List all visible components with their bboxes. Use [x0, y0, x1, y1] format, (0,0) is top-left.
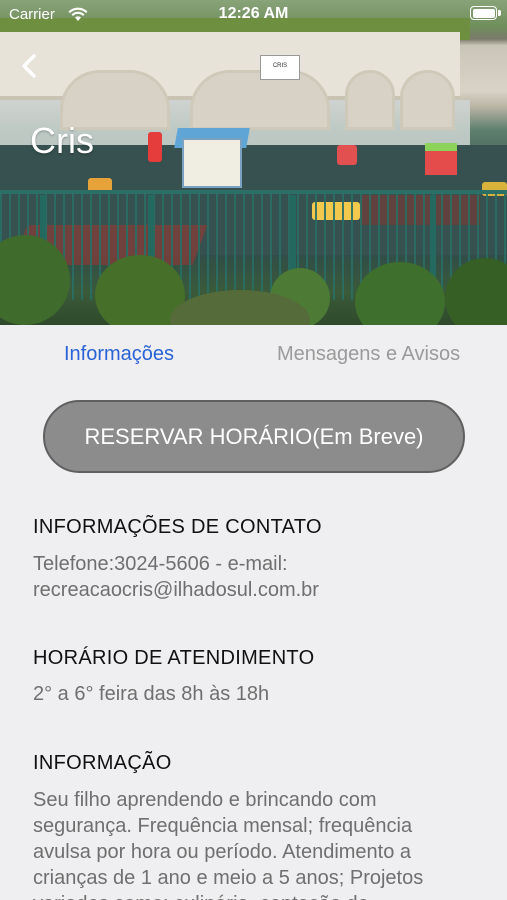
tab-mensagens-avisos[interactable]: Mensagens e Avisos: [277, 343, 460, 366]
hours-text: 2° a 6° feira das 8h às 18h: [33, 683, 270, 705]
reserve-time-button[interactable]: RESERVAR HORÁRIO(Em Breve): [43, 400, 465, 473]
chevron-left-icon: [22, 54, 36, 78]
info-text-line: Seu filho aprendendo e brincando com: [33, 789, 377, 811]
contact-section-title: INFORMAÇÕES DE CONTATO: [33, 516, 322, 538]
tab-bar: Informações Mensagens e Avisos: [0, 325, 507, 385]
info-section-title: INFORMAÇÃO: [33, 752, 172, 774]
page-title: Cris: [30, 120, 94, 161]
info-text-line: crianças de 1 ano e meio a 5 anos; Proje…: [33, 867, 424, 889]
hero-photo: CRIS: [0, 0, 507, 325]
back-button[interactable]: [16, 48, 46, 84]
status-bar: Carrier 12:26 AM: [0, 0, 507, 30]
info-text-line: segurança. Frequência mensal; frequência: [33, 815, 413, 837]
contact-phone-email: Telefone:3024-5606 - e-mail:: [33, 553, 288, 575]
contact-email: recreacaocris@ilhadosul.com.br: [33, 579, 319, 601]
clock: 12:26 AM: [218, 5, 289, 22]
battery-icon: [470, 6, 497, 20]
info-text-line: variados como: culinária, contação de: [33, 891, 473, 900]
battery-tip: [498, 10, 501, 16]
tab-informacoes[interactable]: Informações: [64, 343, 174, 366]
info-text-line: avulsa por hora ou período. Atendimento …: [33, 841, 412, 863]
hours-section-title: HORÁRIO DE ATENDIMENTO: [33, 647, 315, 669]
